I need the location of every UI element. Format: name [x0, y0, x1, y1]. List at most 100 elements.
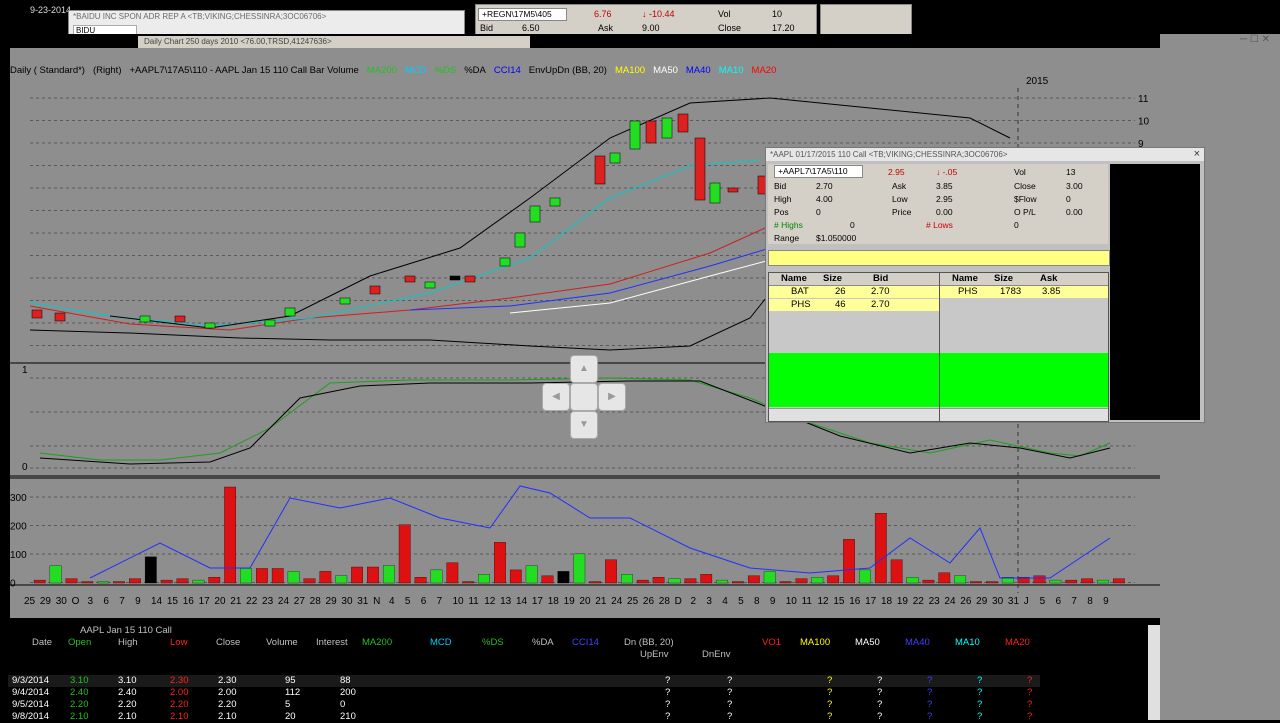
table-row[interactable]: 9/3/2014 3.10 3.10 2.30 2.30 95 88??????? — [8, 675, 1040, 687]
price-axis-label: 11 — [1138, 94, 1149, 105]
regn-quote-window[interactable]: +REGN\17M5\405 6.76 ↓ -10.44 Vol 10 Bid … — [475, 4, 817, 36]
close-icon[interactable]: × — [1194, 148, 1200, 160]
table-column-header[interactable]: High — [118, 637, 138, 648]
table-cell: ? — [927, 675, 933, 686]
price-candle — [174, 315, 186, 323]
bid-book-row[interactable]: PHS 46 2.70 — [769, 299, 939, 311]
regn-symbol-field[interactable]: +REGN\17M5\405 — [478, 8, 567, 21]
table-column-header[interactable]: Volume — [266, 637, 298, 648]
volume-axis-label: 300 — [10, 493, 27, 504]
x-axis-label: 7 — [1071, 596, 1077, 607]
table-column-header[interactable]: Date — [32, 637, 52, 648]
pan-right-button[interactable]: ▶ — [598, 383, 626, 411]
x-axis-label: 9 — [1103, 596, 1109, 607]
table-cell: ? — [977, 687, 983, 698]
price-candle — [609, 152, 621, 164]
table-scrollbar[interactable] — [1148, 625, 1160, 720]
table-column-header[interactable]: %DS — [482, 637, 504, 648]
bid-book-scrollbar[interactable] — [769, 408, 939, 421]
volume-bar — [446, 562, 459, 584]
x-axis-label: 19 — [564, 596, 576, 607]
table-cell: ? — [665, 687, 671, 698]
ask-book-size: 1783 — [1000, 286, 1022, 297]
table-column-header[interactable]: Interest — [316, 637, 348, 648]
ask-book[interactable]: Name Size Ask PHS 1783 3.85 — [939, 272, 1109, 422]
volume-bar — [716, 579, 728, 584]
x-axis-label: 24 — [611, 596, 623, 607]
table-column-header[interactable]: Low — [170, 637, 187, 648]
volume-bar — [954, 575, 967, 584]
table-cell: 2.30 — [218, 675, 237, 686]
ask-book-scrollbar[interactable] — [940, 408, 1108, 421]
opl-label: O P/L — [1014, 207, 1036, 217]
symbol-field[interactable]: +AAPL7\17A5\110 — [774, 165, 863, 178]
price-history-table[interactable]: AAPL Jan 15 110 Call Date Open High Low Clos… — [0, 625, 1160, 723]
price-value: 0.00 — [936, 207, 953, 217]
pan-down-button[interactable]: ▼ — [570, 411, 598, 439]
x-axis-label: 27 — [294, 596, 306, 607]
table-cell: 200 — [340, 687, 356, 698]
baidu-window[interactable]: *BAIDU INC SPON ADR REP A <TB;VIKING;CHE… — [68, 10, 465, 37]
table-cell: 2.10 — [118, 711, 137, 722]
table-column-header[interactable]: MA40 — [905, 637, 930, 648]
ask-book-maker: PHS — [958, 286, 978, 297]
table-row[interactable]: 9/4/2014 2.40 2.40 2.00 2.00 112 200??????? — [8, 687, 1040, 699]
x-axis-label: 23 — [929, 596, 941, 607]
volume-bar — [398, 524, 411, 584]
window-controls[interactable]: ─ ☐ ✕ — [1210, 34, 1270, 46]
pan-up-button[interactable]: ▲ — [570, 355, 598, 383]
volume-bar — [573, 553, 586, 584]
order-entry-field[interactable] — [768, 250, 1110, 266]
price-candle — [339, 297, 351, 305]
x-axis-label: 23 — [262, 596, 274, 607]
volume-bar — [621, 574, 633, 584]
table-cell: ? — [827, 675, 833, 686]
pan-left-button[interactable]: ◀ — [542, 383, 570, 411]
table-cell: 2.20 — [218, 699, 237, 710]
option-quote-window[interactable]: *AAPL 01/17/2015 110 Call <TB;VIKING;CHE… — [765, 147, 1205, 423]
x-axis-label: 10 — [786, 596, 798, 607]
price-candle — [404, 275, 416, 283]
baidu-window-title: *BAIDU INC SPON ADR REP A <TB;VIKING;CHE… — [69, 11, 464, 23]
table-cell: 2.00 — [170, 687, 189, 698]
table-row[interactable]: 9/8/2014 2.10 2.10 2.10 2.10 20 210??????? — [8, 711, 1040, 723]
bid-book[interactable]: Name Size Bid BAT 26 2.70 PHS 46 2.70 — [768, 272, 940, 422]
table-column-header[interactable]: Close — [216, 637, 240, 648]
volume-bar — [732, 581, 744, 584]
table-cell: 2.20 — [118, 699, 137, 710]
ask-book-row[interactable]: PHS 1783 3.85 — [940, 286, 1108, 298]
table-column-header[interactable]: MA10 — [955, 637, 980, 648]
volume-bar — [33, 579, 46, 584]
table-column-header[interactable]: Open — [68, 637, 91, 648]
table-cell: ? — [727, 699, 733, 710]
volume-bar — [208, 577, 221, 584]
volume-bar — [779, 581, 792, 584]
table-column-header[interactable]: MA50 — [855, 637, 880, 648]
chart-navigation-pad[interactable]: ▲ ◀ ▶ ▼ — [540, 353, 626, 439]
table-column-header[interactable]: MA200 — [362, 637, 392, 648]
center-button[interactable] — [570, 383, 598, 411]
table-column-header[interactable]: MA20 — [1005, 637, 1030, 648]
volume-bar — [811, 577, 824, 584]
price-axis-label: 10 — [1138, 117, 1150, 128]
ma10-line — [29, 159, 761, 327]
table-column-header[interactable]: VO1 — [762, 637, 781, 648]
regn-close: 17.20 — [772, 23, 795, 33]
bid-book-price: 2.70 — [871, 299, 890, 310]
volume-bar — [874, 513, 887, 584]
table-row[interactable]: 9/5/2014 2.20 2.20 2.20 2.20 5 0??????? — [8, 699, 1040, 711]
volume-bar — [303, 578, 316, 584]
table-column-header[interactable]: CCI14 — [572, 637, 599, 648]
price-label: Price — [892, 207, 912, 217]
table-column-header[interactable]: %DA — [532, 637, 554, 648]
table-column-header[interactable]: MCD — [430, 637, 452, 648]
volume-bar — [1112, 578, 1125, 584]
table-column-header[interactable]: Dn (BB, 20) — [624, 637, 674, 648]
volume-bar — [1033, 575, 1046, 584]
bid-book-row[interactable]: BAT 26 2.70 — [769, 286, 939, 298]
price-candle — [709, 182, 721, 204]
price-candle — [54, 312, 66, 322]
table-cell: ? — [1027, 687, 1033, 698]
volume-bar — [763, 571, 776, 584]
table-column-header[interactable]: MA100 — [800, 637, 830, 648]
